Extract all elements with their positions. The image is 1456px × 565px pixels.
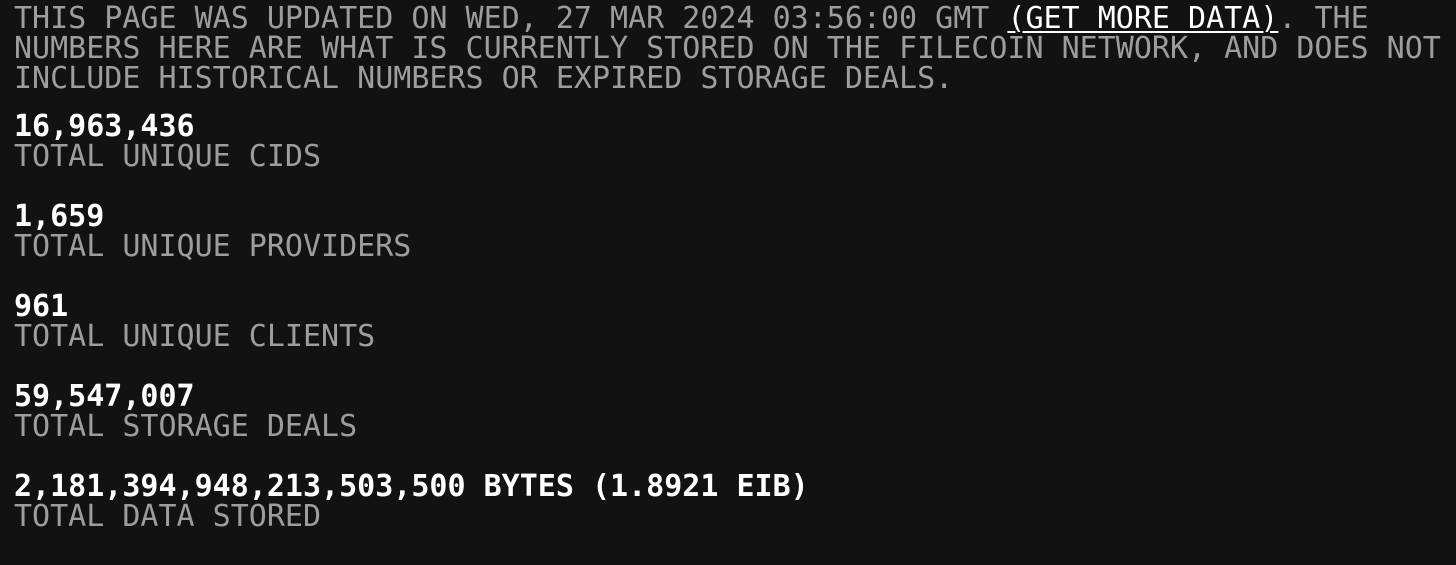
stat-label: TOTAL UNIQUE PROVIDERS <box>14 229 412 264</box>
stat-label: TOTAL UNIQUE CLIENTS <box>14 319 376 354</box>
stat-label: TOTAL DATA STORED <box>14 499 322 534</box>
stat-value: 16,963,436 <box>14 109 195 144</box>
stat-total-unique-clients: 961 TOTAL UNIQUE CLIENTS <box>14 292 1448 352</box>
stat-value: 1,659 <box>14 199 105 234</box>
stat-value: 59,547,007 <box>14 379 195 414</box>
stat-value: 961 <box>14 289 69 324</box>
update-notice: THIS PAGE WAS UPDATED ON WED, 27 MAR 202… <box>14 4 1448 94</box>
stat-label: TOTAL UNIQUE CIDS <box>14 139 322 174</box>
stat-total-data-stored: 2,181,394,948,213,503,500 BYTES (1.8921 … <box>14 472 1448 532</box>
stat-total-storage-deals: 59,547,007 TOTAL STORAGE DEALS <box>14 382 1448 442</box>
stat-label: TOTAL STORAGE DEALS <box>14 409 358 444</box>
stat-total-unique-cids: 16,963,436 TOTAL UNIQUE CIDS <box>14 112 1448 172</box>
stats-page: THIS PAGE WAS UPDATED ON WED, 27 MAR 202… <box>0 0 1456 565</box>
stats-list: 16,963,436 TOTAL UNIQUE CIDS 1,659 TOTAL… <box>14 112 1448 532</box>
stat-total-unique-providers: 1,659 TOTAL UNIQUE PROVIDERS <box>14 202 1448 262</box>
stat-value: 2,181,394,948,213,503,500 BYTES (1.8921 … <box>14 469 809 504</box>
